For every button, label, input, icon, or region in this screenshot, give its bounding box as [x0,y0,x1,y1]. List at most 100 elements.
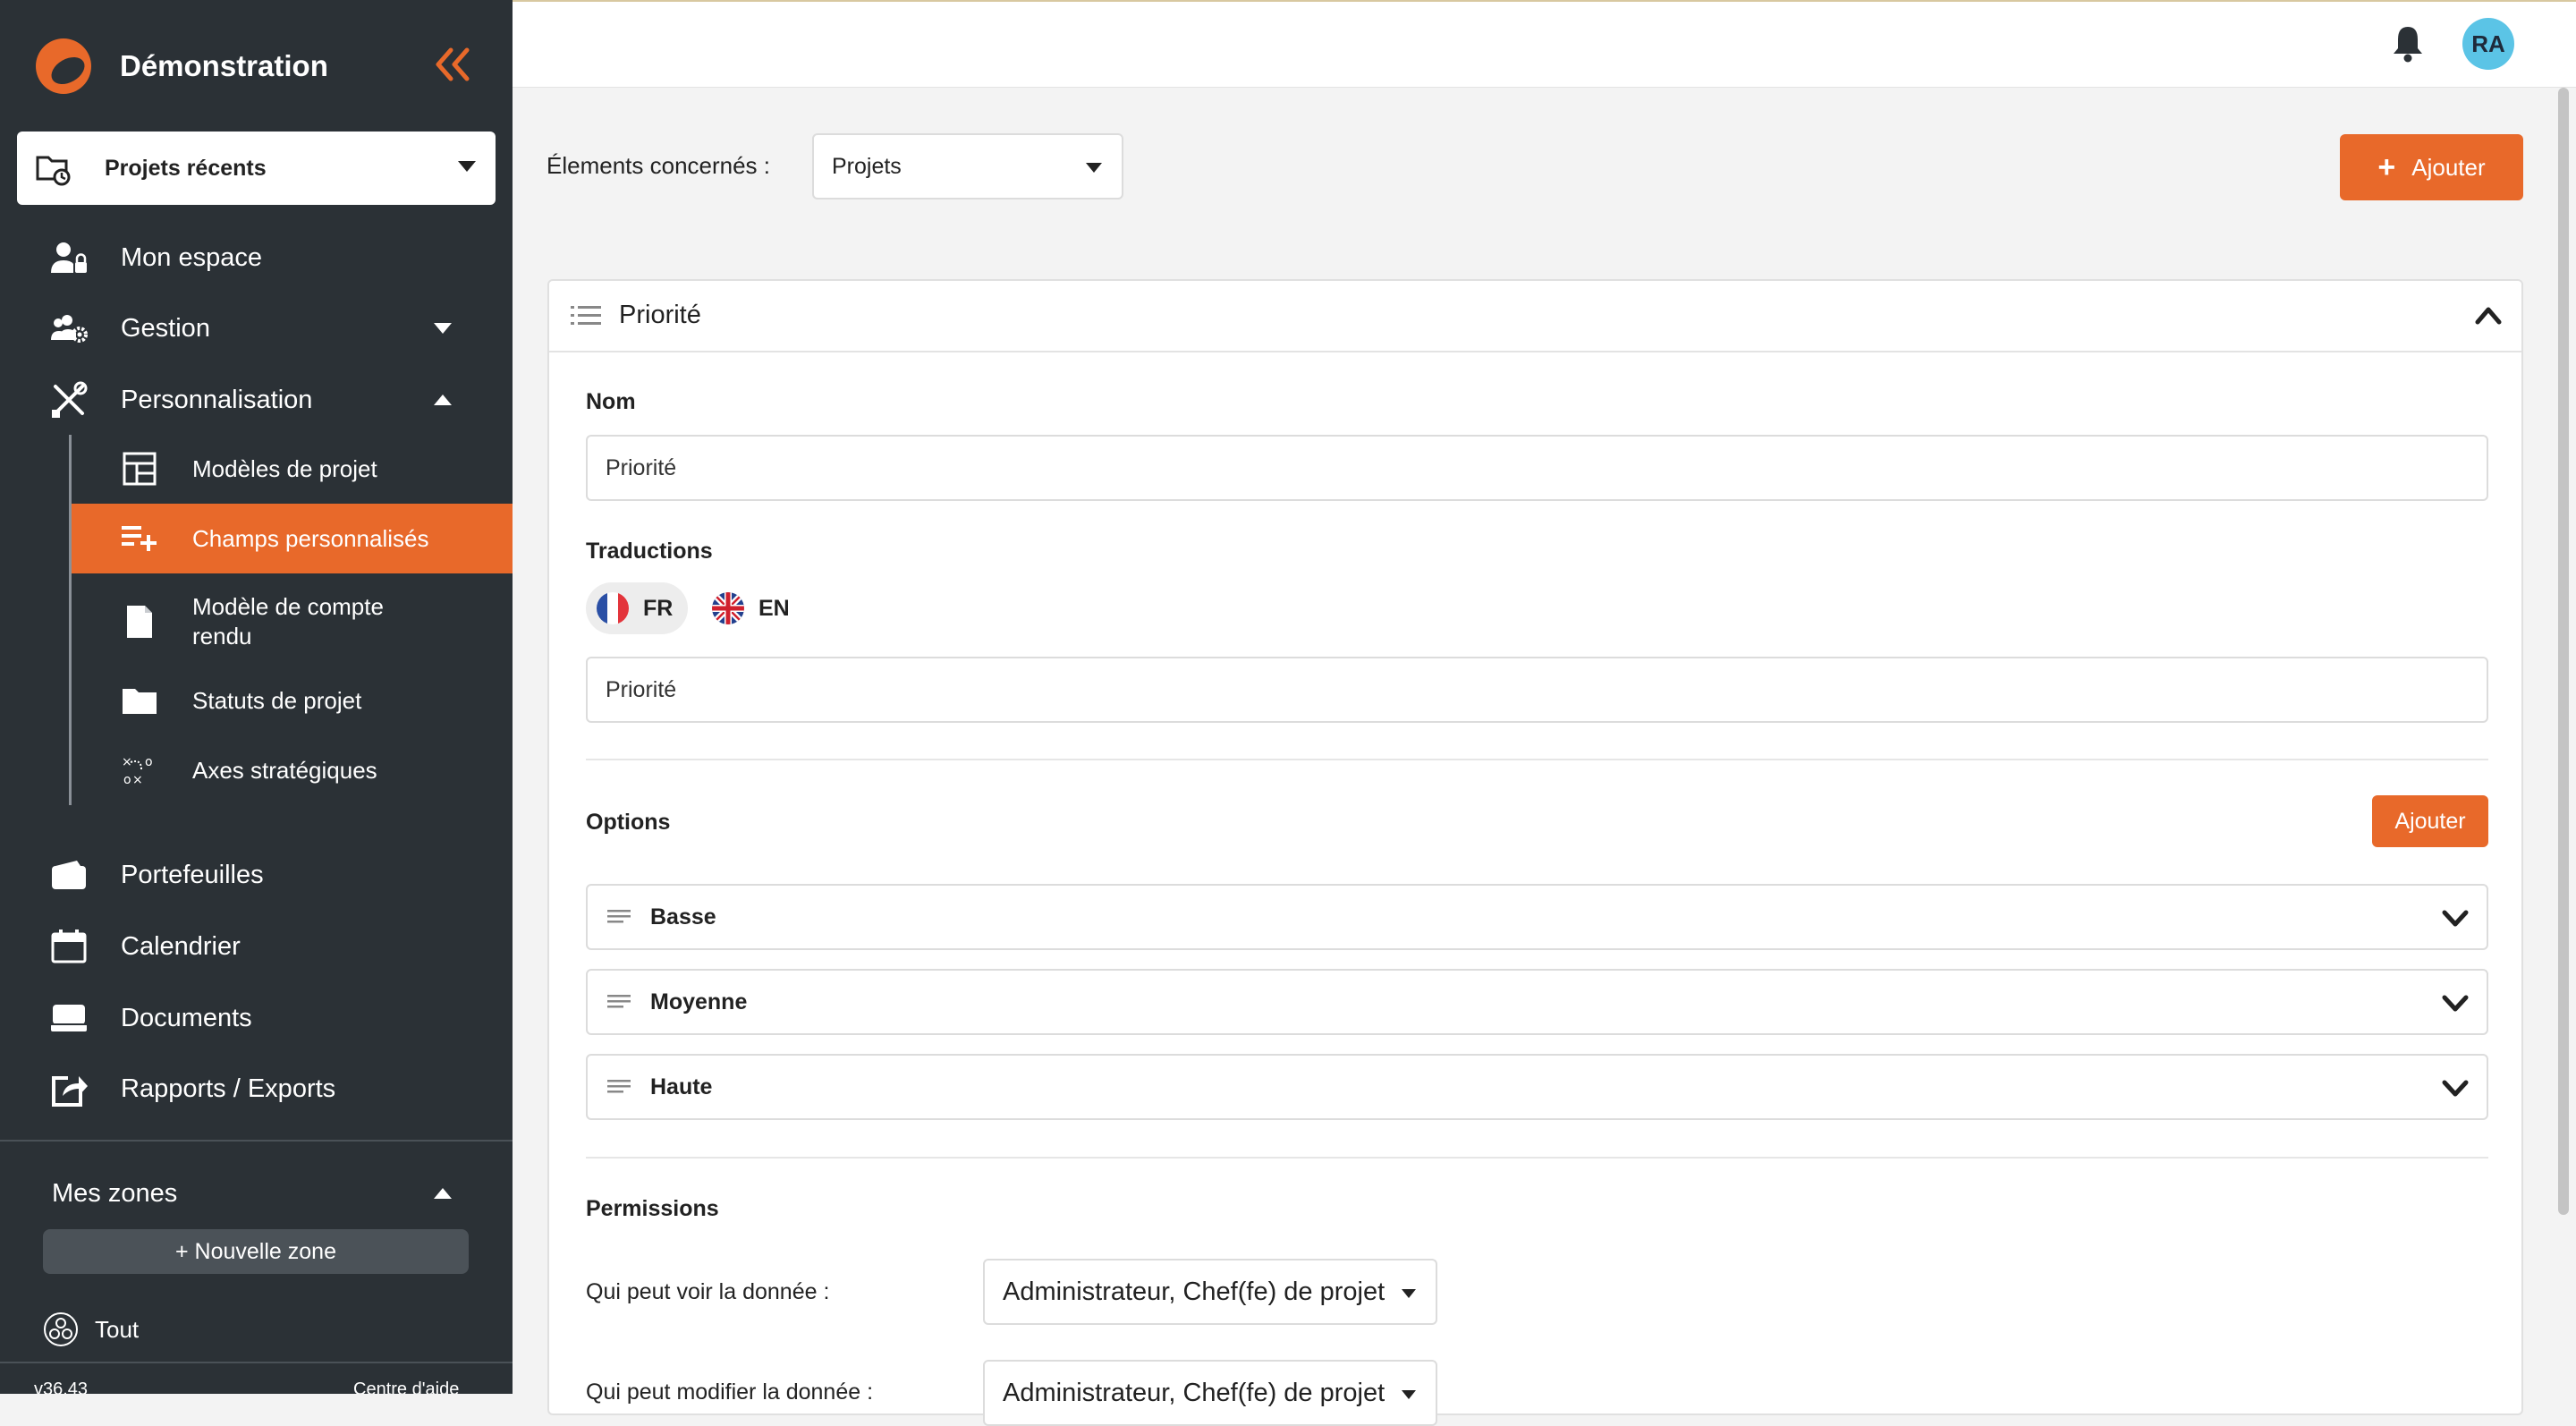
svg-text:×: × [122,755,132,769]
nav-rapports-exports[interactable]: Rapports / Exports [0,1062,513,1116]
app-version: v36.43 [34,1379,89,1394]
option-row[interactable]: Basse [586,884,2488,950]
nav-rapports-exports-label: Rapports / Exports [121,1074,336,1103]
zones-title: Mes zones [52,1179,178,1208]
brand-name: Démonstration [120,49,328,82]
svg-text:o: o [145,755,153,769]
section-divider [586,1157,2488,1159]
svg-text:×: × [132,773,143,787]
name-label: Nom [586,389,636,414]
subnav-modeles-projet-label: Modèles de projet [192,454,377,482]
nav-calendrier-label: Calendrier [121,931,241,961]
nav-calendrier[interactable]: Calendrier [0,920,513,973]
chevron-down-icon[interactable] [2442,1079,2469,1099]
perm-edit-value: Administrateur, Chef(fe) de projet [1003,1378,1385,1407]
notification-bell-icon[interactable] [2390,23,2426,63]
add-field-button-label: Ajouter [2411,153,2486,181]
collapse-sidebar-icon[interactable] [431,39,472,89]
perm-edit-select[interactable]: Administrateur, Chef(fe) de projet [983,1360,1437,1426]
uk-flag-icon [712,592,744,624]
new-zone-button[interactable]: + Nouvelle zone [43,1229,469,1274]
subnav-statuts-projet[interactable]: Statuts de projet [72,675,513,726]
users-cog-icon [49,309,89,348]
tools-icon [49,380,89,420]
perm-edit-label: Qui peut modifier la donnée : [586,1379,874,1405]
recent-projects-label: Projets récents [105,155,267,181]
subnav-modele-compte-rendu-label: Modèle de compte rendu [192,593,384,649]
help-center-link[interactable]: Centre d'aide [353,1379,459,1394]
section-divider [586,759,2488,760]
calendar-icon [49,927,89,966]
translation-input-value: Priorité [606,676,677,702]
nav-mon-espace-label: Mon espace [121,242,262,272]
zone-all-label: Tout [95,1315,140,1343]
nav-personnalisation[interactable]: Personnalisation [0,373,513,427]
nav-documents-label: Documents [121,1003,252,1032]
drag-lines-icon [607,910,631,923]
zone-all-item[interactable]: Tout [43,1311,139,1347]
perm-view-label: Qui peut voir la donnée : [586,1279,830,1304]
nav-portefeuilles[interactable]: Portefeuilles [0,848,513,902]
translation-input[interactable]: Priorité [586,657,2488,723]
nav-documents[interactable]: Documents [0,991,513,1045]
zone-circles-icon [44,1312,78,1346]
chevron-down-icon [458,161,476,172]
subnav-axes-strategiques[interactable]: × o o × Axes stratégiques [72,744,513,796]
lang-fr-code: FR [643,595,674,621]
option-row[interactable]: Moyenne [586,969,2488,1035]
playlist-add-icon [122,521,157,556]
sidebar: Démonstration Projets récents Mon espace… [0,0,513,1394]
chevron-up-icon [434,395,452,405]
wallet-icon [49,855,89,895]
nav-mon-espace[interactable]: Mon espace [0,231,513,284]
folder-clock-icon [35,150,71,186]
recent-projects-dropdown[interactable]: Projets récents [17,132,496,205]
france-flag-icon [597,592,629,624]
subnav-champs-personnalises[interactable]: Champs personnalisés [72,504,513,573]
add-field-button[interactable]: + Ajouter [2340,134,2523,200]
user-avatar[interactable]: RA [2462,18,2514,70]
perm-view-select[interactable]: Administrateur, Chef(fe) de projet [983,1259,1437,1325]
subnav-statuts-projet-label: Statuts de projet [192,686,362,714]
name-input-value: Priorité [606,454,677,480]
option-row[interactable]: Haute [586,1054,2488,1120]
nav-portefeuilles-label: Portefeuilles [121,860,264,889]
user-lock-icon [49,238,89,277]
inbox-tray-icon [49,998,89,1038]
chevron-down-icon [434,323,452,334]
field-panel-header[interactable]: Priorité [549,281,2521,352]
lang-tab-fr[interactable]: FR [586,582,688,634]
nav-gestion[interactable]: Gestion [0,301,513,355]
brand-logo-icon [34,37,93,96]
chevron-down-icon[interactable] [2442,994,2469,1014]
options-label: Options [586,810,671,835]
subnav-axes-strategiques-label: Axes stratégiques [192,756,377,784]
sidebar-footer-divider [0,1362,513,1363]
chevron-up-icon[interactable] [2475,304,2502,326]
drag-lines-icon [607,995,631,1008]
filter-select[interactable]: Projets [812,133,1123,199]
translations-label: Traductions [586,539,713,564]
nav-personnalisation-label: Personnalisation [121,385,313,414]
option-label: Basse [650,904,716,929]
chevron-down-icon [1402,1390,1416,1399]
export-share-icon [49,1069,89,1108]
filter-select-value: Projets [832,153,902,179]
subnav-modeles-projet[interactable]: Modèles de projet [72,443,513,495]
zones-chevron-up-icon[interactable] [434,1188,452,1199]
add-option-button[interactable]: Ajouter [2372,795,2488,847]
name-input[interactable]: Priorité [586,435,2488,501]
brand[interactable]: Démonstration [34,34,328,98]
list-icon [571,302,601,329]
page-scrollbar[interactable] [2558,88,2569,1215]
lang-tab-en[interactable]: EN [701,582,800,634]
chevron-down-icon [1402,1289,1416,1298]
subnav-modele-compte-rendu[interactable]: Modèle de compte rendu [72,581,513,662]
field-panel-title: Priorité [619,301,701,329]
perm-view-value: Administrateur, Chef(fe) de projet [1003,1277,1385,1306]
nav-gestion-label: Gestion [121,313,210,343]
field-panel: Priorité Nom Priorité Traductions FR EN … [547,279,2523,1426]
folder-icon [122,683,157,718]
chevron-down-icon[interactable] [2442,909,2469,929]
chevron-down-icon [1086,163,1102,173]
